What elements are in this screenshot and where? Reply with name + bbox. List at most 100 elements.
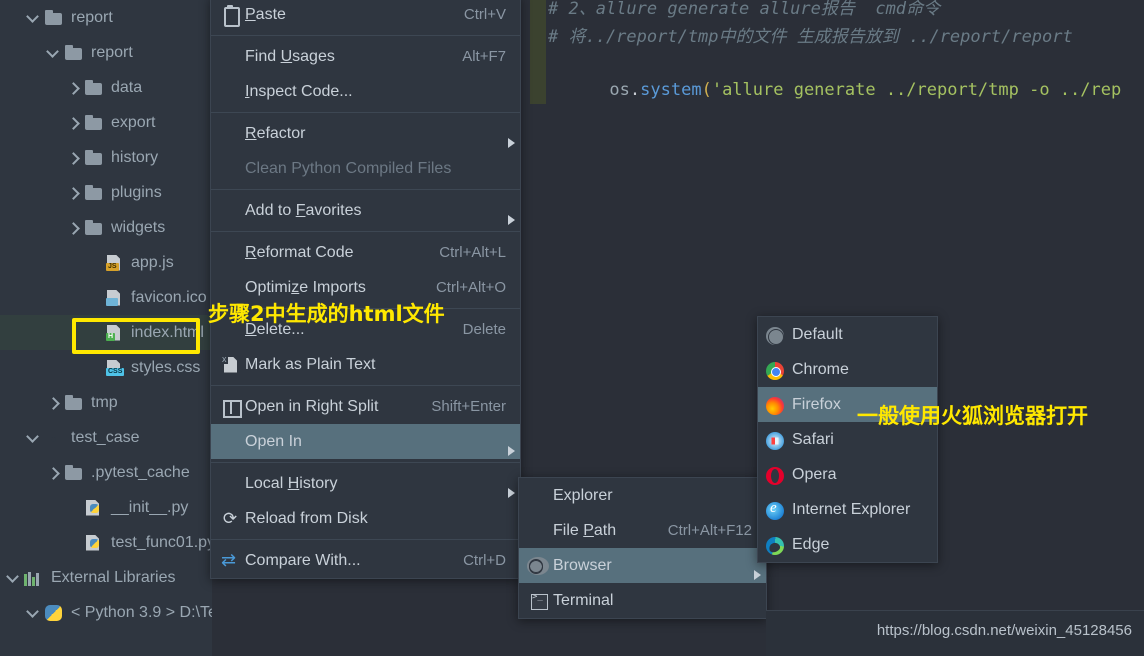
chevron-down-icon[interactable] <box>6 571 20 585</box>
file-icon <box>104 289 124 307</box>
tree-item--pytest-cache[interactable]: .pytest_cache <box>0 455 212 490</box>
tree-item-history[interactable]: history <box>0 140 212 175</box>
file-icon: CSS <box>104 359 125 377</box>
menu-item-find-usages[interactable]: Find Usages Alt+F7 <box>211 39 520 74</box>
folder-icon <box>84 219 104 237</box>
file-type-badge: H <box>106 332 116 341</box>
menu-item-label: Safari <box>792 430 834 448</box>
menu-item-browser[interactable]: Browser <box>519 548 766 583</box>
libs-icon <box>24 572 44 586</box>
open-in-submenu[interactable]: Explorer File Path Ctrl+Alt+F12 Browser Term… <box>518 477 767 619</box>
menu-item-mark-as-plain-text[interactable]: Mark as Plain Text <box>211 347 520 382</box>
tree-item-data[interactable]: data <box>0 70 212 105</box>
tree-item-tmp[interactable]: tmp <box>0 385 212 420</box>
browser-submenu[interactable]: DefaultChromeFirefoxSafariOperaInternet … <box>757 316 938 563</box>
menu-item-shortcut: Ctrl+Alt+L <box>439 244 506 261</box>
menu-item-label: Reformat Code <box>245 243 354 261</box>
menu-item-reload-from-disk[interactable]: ⟳ Reload from Disk <box>211 501 520 536</box>
menu-item-add-to-favorites[interactable]: Add to Favorites <box>211 193 520 228</box>
menu-item-file-path[interactable]: File Path Ctrl+Alt+F12 <box>519 513 766 548</box>
menu-item-internet-explorer[interactable]: Internet Explorer <box>758 492 937 527</box>
menu-icon-placeholder <box>527 522 549 540</box>
menu-item-paste[interactable]: Paste Ctrl+V <box>211 0 520 32</box>
tree-item-label: favicon.ico <box>131 288 207 306</box>
menu-item-edge[interactable]: Edge <box>758 527 937 562</box>
tree-item-label: report <box>91 43 133 61</box>
menu-item-opera[interactable]: Opera <box>758 457 937 492</box>
annotation-step2: 步骤2中生成的html文件 <box>208 302 445 326</box>
tree-item-label: .pytest_cache <box>91 463 190 481</box>
py-icon <box>84 499 104 517</box>
menu-icon-placeholder <box>219 279 241 297</box>
chevron-right-icon[interactable] <box>66 151 80 165</box>
file-type-badge: JS <box>106 262 119 271</box>
tree-item-test-func01-py[interactable]: test_func01.py <box>0 525 212 560</box>
menu-item-open-in[interactable]: Open In <box>211 424 520 459</box>
menu-item-label: Open in Right Split <box>245 397 379 415</box>
tree-item-label: app.js <box>131 253 174 271</box>
clipboard-icon <box>219 4 241 27</box>
tree-item-report[interactable]: report <box>0 0 212 35</box>
tree-item--python-3-9-d-te[interactable]: < Python 3.9 > D:\Te <box>0 595 212 630</box>
menu-item-reformat-code[interactable]: Reformat Code Ctrl+Alt+L <box>211 235 520 270</box>
file-icon: H <box>104 324 124 342</box>
chevron-down-icon[interactable] <box>26 606 40 620</box>
menu-separator <box>211 539 520 540</box>
menu-item-local-history[interactable]: Local History <box>211 466 520 501</box>
chevron-right-icon[interactable] <box>66 186 80 200</box>
menu-item-open-in-right-split[interactable]: Open in Right Split Shift+Enter <box>211 389 520 424</box>
menu-item-default[interactable]: Default <box>758 317 937 352</box>
menu-item-refactor[interactable]: Refactor <box>211 116 520 151</box>
safari-icon <box>766 431 788 450</box>
pybig-icon <box>44 604 64 622</box>
folder-src-icon <box>44 429 64 447</box>
menu-item-label: Optimize Imports <box>245 278 366 296</box>
menu-item-label: Clean Python Compiled Files <box>245 159 452 177</box>
menu-separator <box>211 462 520 463</box>
chevron-down-icon[interactable] <box>26 431 40 445</box>
chevron-placeholder-icon <box>66 536 80 550</box>
chevron-right-icon[interactable] <box>66 116 80 130</box>
menu-item-chrome[interactable]: Chrome <box>758 352 937 387</box>
chevron-right-icon[interactable] <box>66 221 80 235</box>
chevron-right-icon[interactable] <box>66 81 80 95</box>
menu-item-shortcut: Shift+Enter <box>431 398 506 415</box>
tree-item-favicon-ico[interactable]: favicon.ico <box>0 280 212 315</box>
chevron-down-icon[interactable] <box>46 46 60 60</box>
tree-item-widgets[interactable]: widgets <box>0 210 212 245</box>
tree-item-external-libraries[interactable]: External Libraries <box>0 560 212 595</box>
tree-item-plugins[interactable]: plugins <box>0 175 212 210</box>
menu-item-label: Compare With... <box>245 551 361 569</box>
menu-item-terminal[interactable]: Terminal <box>519 583 766 618</box>
menu-icon-placeholder <box>219 160 241 178</box>
chevron-down-icon[interactable] <box>26 11 40 25</box>
context-menu[interactable]: Paste Ctrl+V Find Usages Alt+F7 Inspect Code… <box>210 0 521 579</box>
project-tree[interactable]: report report data export history plugins widg… <box>0 0 212 656</box>
tree-item-label: styles.css <box>131 358 201 376</box>
tree-item-app-js[interactable]: JS app.js <box>0 245 212 280</box>
tree-item-report[interactable]: report <box>0 35 212 70</box>
menu-item-inspect-code[interactable]: Inspect Code... <box>211 74 520 109</box>
chevron-placeholder-icon <box>86 256 100 270</box>
menu-item-shortcut: Ctrl+D <box>463 552 506 569</box>
menu-item-compare-with[interactable]: Compare With... Ctrl+D <box>211 543 520 578</box>
tree-item-styles-css[interactable]: CSS styles.css <box>0 350 212 385</box>
annotation-firefox: 一般使用火狐浏览器打开 <box>857 404 1088 428</box>
menu-icon-placeholder <box>219 475 241 493</box>
chevron-right-icon[interactable] <box>46 466 60 480</box>
menu-item-label: Find Usages <box>245 47 335 65</box>
menu-item-label: Local History <box>245 474 338 492</box>
chrome-icon <box>766 361 788 380</box>
code-token-string: 'allure generate ../report/tmp -o ../rep <box>711 80 1122 100</box>
menu-item-explorer[interactable]: Explorer <box>519 478 766 513</box>
menu-separator <box>211 112 520 113</box>
tree-item--init-py[interactable]: __init__.py <box>0 490 212 525</box>
file-icon: JS <box>104 254 124 272</box>
menu-icon-placeholder <box>219 202 241 220</box>
chevron-right-icon[interactable] <box>46 396 60 410</box>
tree-item-test-case[interactable]: test_case <box>0 420 212 455</box>
folder-icon <box>64 44 84 62</box>
globe-icon <box>527 557 549 575</box>
tree-item-index-html[interactable]: Hindex.html <box>0 315 212 350</box>
tree-item-export[interactable]: export <box>0 105 212 140</box>
